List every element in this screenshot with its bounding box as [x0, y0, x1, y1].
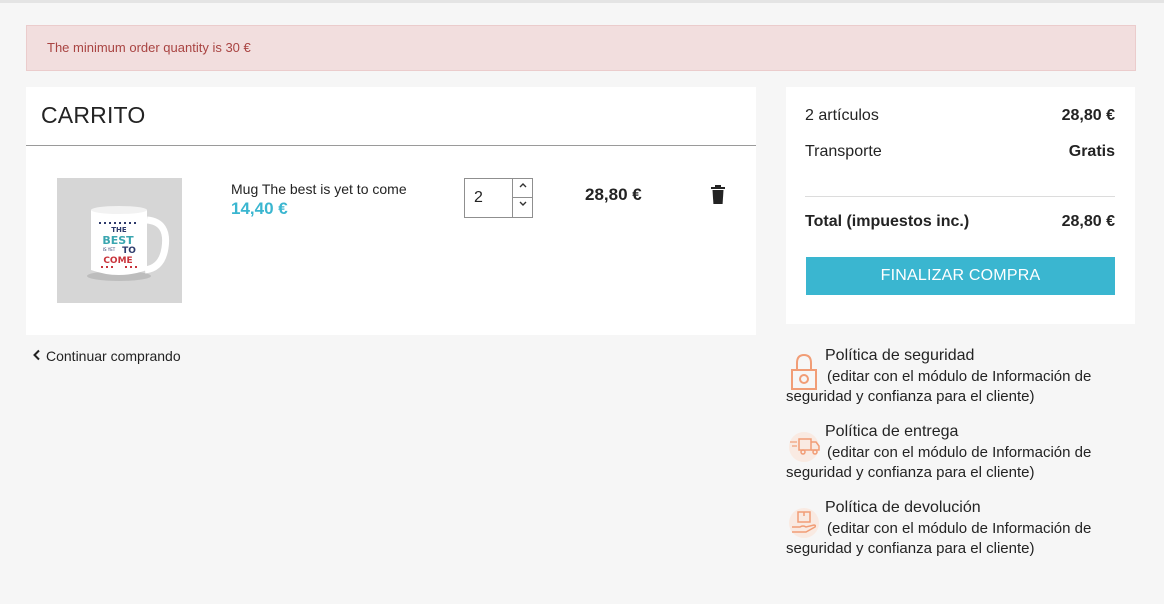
summary-divider: [805, 196, 1115, 197]
policy-return-desc: (editar con el módulo de Información de …: [786, 520, 1092, 557]
line-total-price: 28,80 €: [585, 185, 642, 204]
policy-return-title: Política de devolución: [825, 499, 981, 516]
policy-return: Política de devolución (editar con el mó…: [786, 499, 1146, 565]
mug-text-the: THE: [111, 226, 127, 234]
remove-item-button[interactable]: [710, 185, 726, 205]
mug-text-is-yet: IS YET: [103, 247, 116, 252]
summary-shipping-label: Transporte: [805, 143, 882, 160]
cart-container: CARRITO THE BEST IS YET TO COME Mug The …: [26, 87, 756, 335]
product-unit-price: 14,40 €: [231, 199, 288, 218]
summary-total-value: 28,80 €: [1061, 213, 1115, 230]
continue-shopping-link[interactable]: Continuar comprando: [32, 348, 181, 364]
policy-security: Política de seguridad (editar con el mód…: [786, 347, 1146, 413]
summary-items-value: 28,80 €: [1061, 107, 1115, 124]
policy-security-title: Política de seguridad: [825, 347, 975, 364]
summary-items-label: 2 artículos: [805, 107, 879, 124]
summary-total-label: Total (impuestos inc.): [805, 213, 970, 230]
mug-text-to: TO: [122, 246, 136, 256]
policy-security-desc: (editar con el módulo de Información de …: [786, 368, 1092, 405]
product-name-link[interactable]: Mug The best is yet to come: [231, 181, 407, 197]
cart-title: CARRITO: [41, 102, 146, 128]
quantity-decrease-button[interactable]: [512, 198, 533, 217]
chevron-down-icon: [519, 201, 527, 206]
quantity-increase-button[interactable]: [512, 179, 533, 198]
continue-shopping-label: Continuar comprando: [46, 348, 181, 364]
chevron-left-icon: [32, 348, 46, 364]
chevron-up-icon: [519, 183, 527, 188]
policy-delivery-title: Política de entrega: [825, 423, 959, 440]
policy-delivery: Política de entrega (editar con el módul…: [786, 423, 1146, 489]
policy-delivery-desc: (editar con el módulo de Información de …: [786, 444, 1092, 481]
trash-icon: [711, 185, 725, 204]
cart-divider: [26, 145, 756, 146]
quantity-input[interactable]: 2: [465, 179, 513, 217]
mug-text-come: COME: [103, 256, 132, 266]
checkout-button[interactable]: FINALIZAR COMPRA: [806, 257, 1115, 295]
summary-shipping-value: Gratis: [1068, 143, 1115, 160]
min-order-alert: The minimum order quantity is 30 €: [26, 25, 1136, 71]
product-image[interactable]: THE BEST IS YET TO COME: [57, 178, 182, 303]
top-border: [0, 0, 1164, 3]
quantity-stepper: 2: [464, 178, 533, 218]
cart-summary: 2 artículos 28,80 € Transporte Gratis To…: [786, 87, 1135, 324]
